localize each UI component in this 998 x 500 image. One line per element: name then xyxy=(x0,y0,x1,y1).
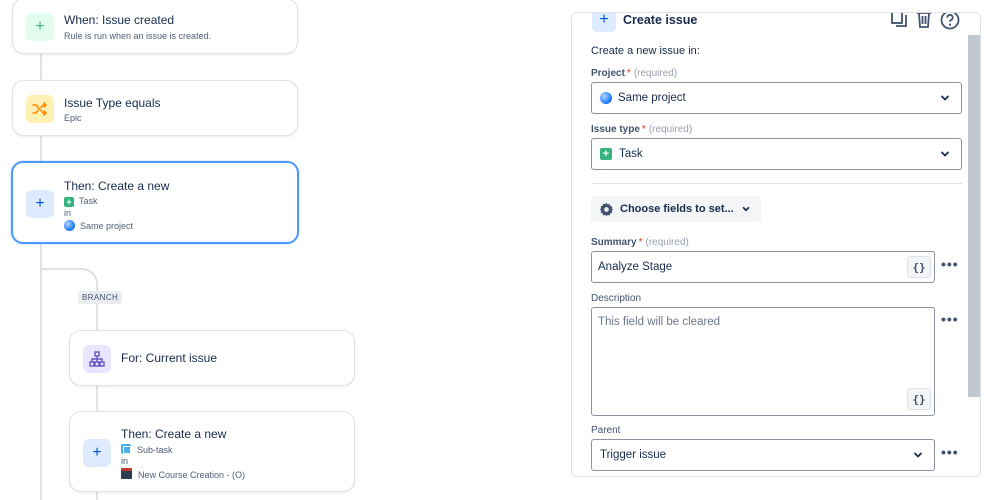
create-issue-project-label: Same project xyxy=(80,221,134,231)
condition-node[interactable]: Issue Type equals Epic xyxy=(12,80,298,136)
summary-more-button[interactable]: ••• xyxy=(941,256,959,272)
panel-title: Create issue xyxy=(623,13,698,27)
plus-icon: + xyxy=(26,13,54,41)
divider xyxy=(592,183,962,184)
panel-header: + Create issue xyxy=(592,13,698,32)
description-label: Description xyxy=(591,293,641,304)
copy-icon[interactable] xyxy=(890,13,908,30)
description-placeholder: This field will be cleared xyxy=(598,316,721,328)
task-icon: + xyxy=(64,197,74,207)
create-issue-type: + Task xyxy=(64,196,98,207)
create-subtask-type-label: Sub-task xyxy=(137,445,173,455)
required-text: (required) xyxy=(645,237,689,248)
project-label-text: Project xyxy=(591,68,625,79)
create-subtask-project: New Course Creation - (O) xyxy=(121,468,245,480)
summary-value: Analyze Stage xyxy=(598,261,673,273)
condition-title: Issue Type equals xyxy=(64,96,161,110)
create-subtask-in: in xyxy=(121,456,129,466)
smart-value-button[interactable]: {} xyxy=(907,388,931,410)
issue-type-select[interactable]: + Task xyxy=(591,138,962,170)
help-icon[interactable] xyxy=(940,13,960,30)
panel-actions xyxy=(890,13,960,30)
create-subtask-project-label: New Course Creation - (O) xyxy=(138,470,246,480)
create-subtask-title: Then: Create a new xyxy=(121,427,227,441)
project-select-value: Same project xyxy=(618,92,686,104)
required-mark: * xyxy=(638,237,643,248)
project-label: Project * (required) xyxy=(591,68,677,79)
branch-rule-node[interactable]: For: Current issue xyxy=(69,330,355,386)
panel-intro: Create a new issue in: xyxy=(591,45,700,57)
plus-icon: + xyxy=(592,13,616,32)
gear-icon xyxy=(599,202,614,216)
chevron-down-icon xyxy=(941,95,949,101)
condition-subtitle: Epic xyxy=(64,113,82,123)
create-issue-project: Same project xyxy=(64,220,133,231)
trash-icon[interactable] xyxy=(916,13,932,30)
shuffle-icon xyxy=(26,95,54,123)
issue-type-select-value: Task xyxy=(619,148,643,160)
parent-select[interactable]: Trigger issue xyxy=(591,439,935,471)
chevron-down-icon xyxy=(742,206,750,212)
chevron-down-icon xyxy=(914,452,922,458)
project-select[interactable]: Same project xyxy=(591,82,962,114)
chevron-down-icon xyxy=(941,151,949,157)
rule-flow-canvas: + When: Issue created Rule is run when a… xyxy=(0,0,560,500)
choose-fields-button[interactable]: Choose fields to set... xyxy=(591,196,761,222)
create-issue-panel: + Create issue Create a new issue in: Pr… xyxy=(571,12,981,477)
create-subtask-node[interactable]: + Then: Create a new Sub-task in New Cou… xyxy=(69,411,355,492)
create-issue-node[interactable]: + Then: Create a new + Task in Same proje… xyxy=(11,161,299,244)
required-mark: * xyxy=(641,124,646,135)
plus-icon: + xyxy=(83,439,111,467)
trigger-title: When: Issue created xyxy=(64,13,175,27)
project-icon xyxy=(64,220,75,231)
create-issue-in: in xyxy=(64,208,72,218)
course-project-icon xyxy=(121,468,132,479)
panel-scrollbar[interactable] xyxy=(968,35,980,397)
branch-badge: BRANCH xyxy=(78,291,123,304)
branch-rule-title: For: Current issue xyxy=(121,351,218,365)
plus-icon: + xyxy=(26,190,54,218)
task-icon: + xyxy=(600,148,612,160)
smart-value-button[interactable]: {} xyxy=(907,256,931,278)
parent-more-button[interactable]: ••• xyxy=(941,444,959,460)
hierarchy-icon xyxy=(83,345,111,373)
choose-fields-label: Choose fields to set... xyxy=(620,203,734,215)
parent-label: Parent xyxy=(591,425,620,436)
parent-select-value: Trigger issue xyxy=(600,449,667,461)
create-issue-title: Then: Create a new xyxy=(64,179,170,193)
trigger-node[interactable]: + When: Issue created Rule is run when a… xyxy=(12,0,298,54)
issue-type-label-text: Issue type xyxy=(591,124,640,135)
trigger-subtitle: Rule is run when an issue is created. xyxy=(64,31,212,41)
summary-input[interactable]: Analyze Stage xyxy=(591,251,935,283)
parent-label-text: Parent xyxy=(591,425,621,436)
project-icon xyxy=(600,92,612,104)
required-mark: * xyxy=(626,68,631,79)
required-text: (required) xyxy=(633,68,678,79)
create-issue-type-label: Task xyxy=(79,196,98,206)
description-textarea[interactable]: This field will be cleared xyxy=(591,307,935,416)
summary-label-text: Summary xyxy=(591,237,637,248)
summary-label: Summary * (required) xyxy=(591,237,689,248)
description-label-text: Description xyxy=(591,293,642,304)
issue-type-label: Issue type * (required) xyxy=(591,124,692,135)
required-text: (required) xyxy=(648,124,693,135)
subtask-icon xyxy=(121,444,131,454)
create-subtask-type: Sub-task xyxy=(121,444,173,455)
description-more-button[interactable]: ••• xyxy=(941,311,959,327)
